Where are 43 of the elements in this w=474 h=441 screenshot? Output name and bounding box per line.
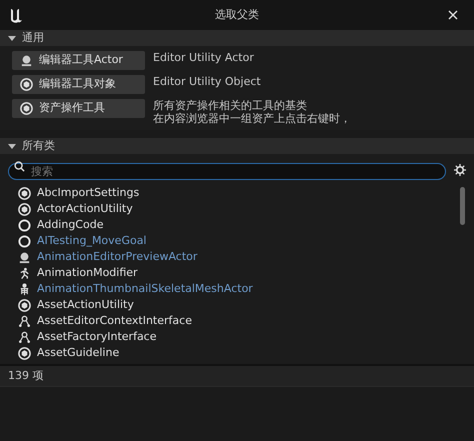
nodes-icon bbox=[18, 330, 31, 344]
class-list-item[interactable]: AbcImportSettings bbox=[18, 185, 460, 201]
class-list-item[interactable]: AnimationModifier bbox=[18, 265, 460, 281]
class-list-item[interactable]: AssetFactoryInterface bbox=[18, 329, 460, 345]
class-icon bbox=[18, 346, 31, 360]
sphere-icon bbox=[18, 250, 31, 264]
skeleton-icon bbox=[18, 282, 31, 296]
class-description: Editor Utility Actor bbox=[153, 51, 254, 64]
class-description: Editor Utility Object bbox=[153, 75, 261, 88]
class-list-item[interactable]: AssetGuideline bbox=[18, 345, 460, 361]
running-figure-icon bbox=[18, 266, 31, 280]
class-button[interactable]: 资产操作工具 bbox=[12, 99, 145, 118]
class-list-item[interactable]: ActorActionUtility bbox=[18, 201, 460, 217]
class-icon bbox=[20, 78, 33, 91]
ring-icon bbox=[18, 234, 31, 248]
class-icon bbox=[18, 186, 31, 200]
sphere-icon bbox=[20, 54, 33, 67]
collapse-arrow-icon bbox=[8, 34, 16, 42]
nodes-icon bbox=[18, 314, 31, 328]
settings-icon[interactable] bbox=[454, 164, 466, 176]
class-icon bbox=[20, 102, 33, 115]
section-header[interactable]: 所有类 bbox=[0, 138, 474, 154]
close-icon[interactable] bbox=[448, 10, 458, 20]
class-list-item[interactable]: AssetActionUtility bbox=[18, 297, 460, 313]
window-title: 选取父类 bbox=[214, 6, 260, 23]
class-description: 在内容浏览器中一组资产上点击右键时， bbox=[153, 112, 351, 125]
class-icon bbox=[18, 298, 31, 312]
scrollbar-thumb[interactable] bbox=[460, 187, 465, 225]
class-list-item[interactable]: AssetEditorContextInterface bbox=[18, 313, 460, 329]
search-field[interactable]: 搜索 bbox=[8, 163, 446, 180]
class-list-item[interactable]: AddingCode bbox=[18, 217, 460, 233]
class-icon bbox=[18, 202, 31, 216]
class-button[interactable]: 编辑器工具Actor bbox=[12, 51, 145, 70]
item-count: 139 项 bbox=[8, 368, 44, 384]
class-description: 所有资产操作相关的工具的基类 bbox=[153, 99, 308, 112]
ring-icon bbox=[18, 218, 31, 232]
class-list-item[interactable]: AITesting_MoveGoal bbox=[18, 233, 460, 249]
search-icon bbox=[14, 161, 25, 172]
class-button[interactable]: 编辑器工具对象 bbox=[12, 75, 145, 94]
class-list-item[interactable]: AnimationThumbnailSkeletalMeshActor bbox=[18, 281, 460, 297]
section-header[interactable]: 通用 bbox=[0, 30, 474, 46]
class-list-item[interactable]: AnimationEditorPreviewActor bbox=[18, 249, 460, 265]
collapse-arrow-icon bbox=[8, 142, 16, 150]
